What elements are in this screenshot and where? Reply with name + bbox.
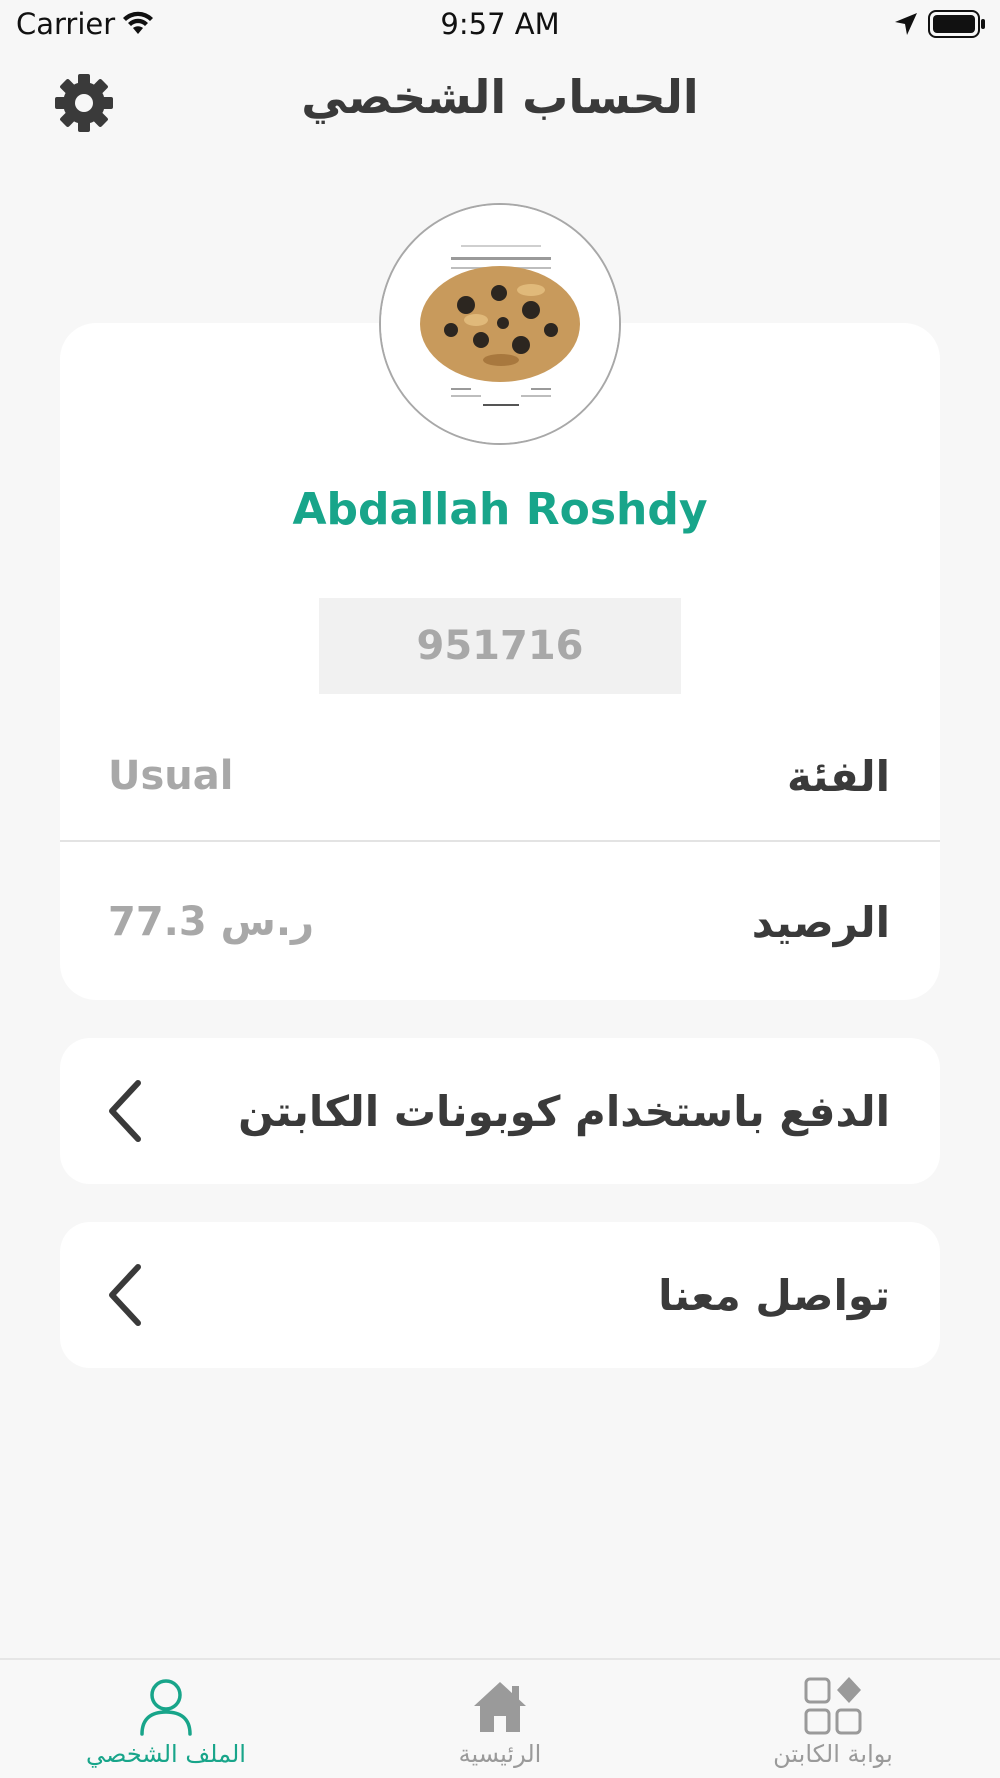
avatar-image bbox=[381, 205, 619, 443]
status-time: 9:57 AM bbox=[440, 7, 560, 41]
tab-home[interactable]: الرئيسية bbox=[350, 1660, 650, 1778]
balance-value: 77.3 ر.س bbox=[108, 899, 315, 945]
category-value: Usual bbox=[108, 753, 234, 799]
user-id-badge: 951716 bbox=[319, 598, 681, 694]
contact-us-item[interactable]: تواصل معنا bbox=[60, 1222, 940, 1368]
gear-icon bbox=[55, 74, 113, 132]
user-id-value: 951716 bbox=[416, 623, 584, 669]
tab-label: الملف الشخصي bbox=[86, 1740, 246, 1768]
battery-icon bbox=[928, 10, 986, 42]
profile-screen: Carrier 9:57 AM الحساب الشخصي Abdallah R… bbox=[0, 0, 1000, 1778]
settings-button[interactable] bbox=[53, 72, 115, 134]
status-bar: Carrier 9:57 AM bbox=[0, 0, 1000, 50]
tab-profile[interactable]: الملف الشخصي bbox=[16, 1660, 316, 1778]
tab-label: الرئيسية bbox=[458, 1740, 542, 1768]
user-name: Abdallah Roshdy bbox=[292, 484, 708, 535]
avatar[interactable] bbox=[379, 203, 621, 445]
balance-row: الرصيد 77.3 ر.س bbox=[60, 862, 940, 982]
captain-coupons-payment-item[interactable]: الدفع باستخدام كوبونات الكابتن bbox=[60, 1038, 940, 1184]
category-row: الفئة Usual bbox=[60, 716, 940, 836]
row-divider bbox=[60, 840, 940, 842]
home-icon bbox=[474, 1682, 526, 1732]
page-title: الحساب الشخصي bbox=[301, 70, 699, 124]
category-label: الفئة bbox=[786, 751, 890, 801]
chevron-left-icon bbox=[104, 1079, 144, 1147]
chevron-left-icon bbox=[104, 1263, 144, 1331]
tab-bar: الملف الشخصي الرئيسية بوابة الكابتن bbox=[0, 1658, 1000, 1778]
tab-label: بوابة الكابتن bbox=[773, 1740, 893, 1768]
balance-label: الرصيد bbox=[751, 897, 890, 947]
menu-item-label: تواصل معنا bbox=[658, 1270, 890, 1320]
grid-icon bbox=[804, 1677, 862, 1735]
tab-captain-portal[interactable]: بوابة الكابتن bbox=[683, 1660, 983, 1778]
location-arrow-icon bbox=[893, 11, 919, 41]
menu-item-label: الدفع باستخدام كوبونات الكابتن bbox=[238, 1086, 890, 1136]
user-icon bbox=[140, 1679, 192, 1736]
